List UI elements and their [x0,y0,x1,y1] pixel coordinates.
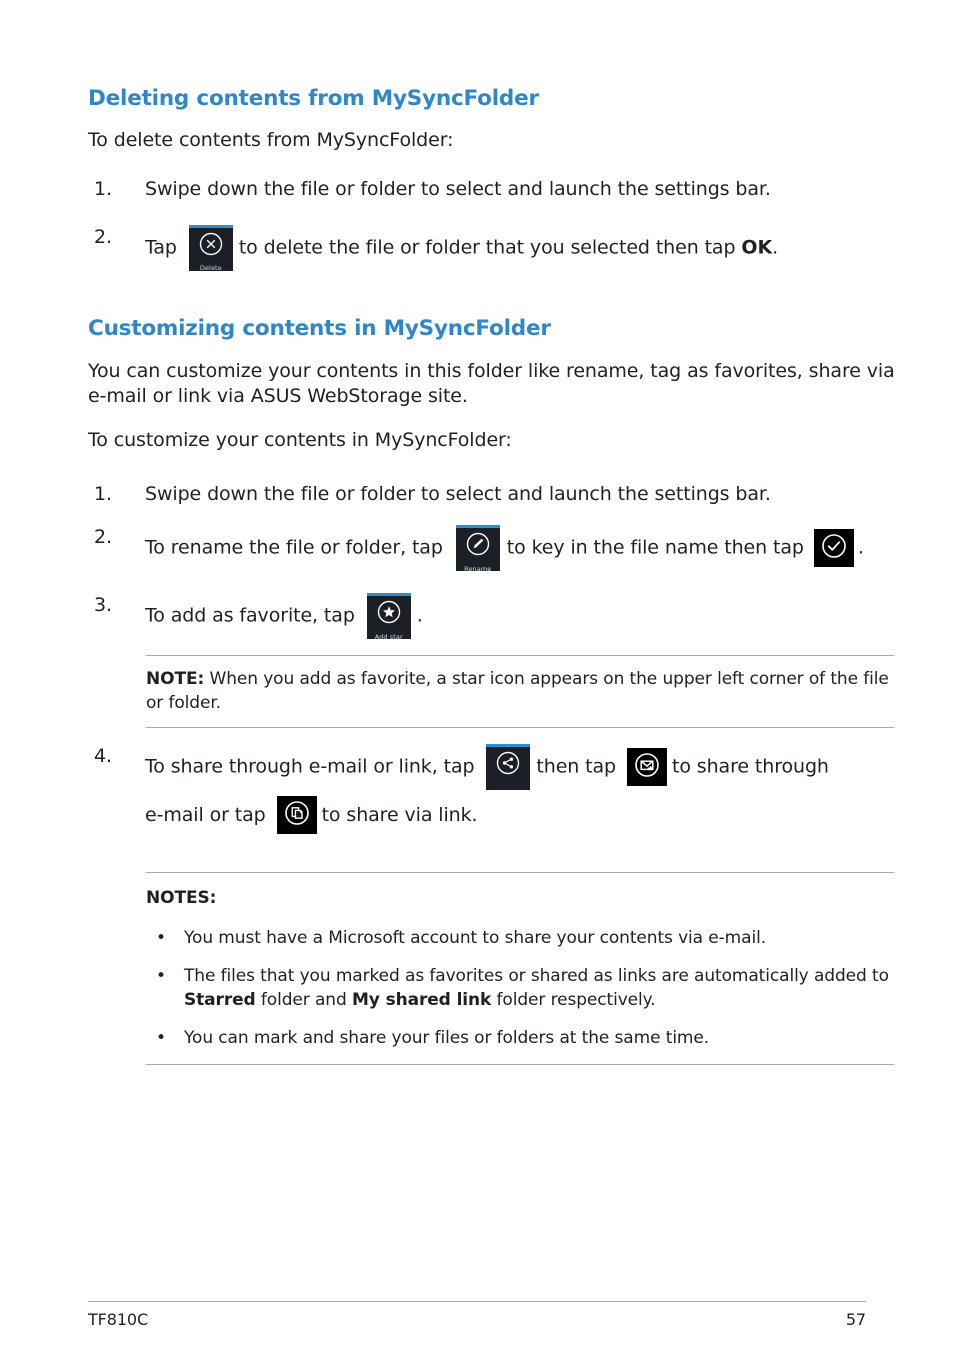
step-number: 2. [94,526,112,549]
step-text-bold: OK [741,236,773,259]
step-custom-3: 3. To add as favorite, tap Add star . [88,593,898,640]
pencil-glyph [456,531,500,565]
heading-customizing-contents: Customizing contents in MySyncFolder [88,316,551,341]
notes-item-part2: folder and [255,990,352,1011]
add-star-icon[interactable]: Add star [366,593,411,640]
note-rule-top [146,655,894,657]
page-footer: TF810C 57 [88,1301,866,1329]
paragraph-customizing: You can customize your contents in this … [88,359,895,408]
note-rule-bottom [146,726,894,728]
step-text: To rename the file or folder, tap Rename… [145,525,898,572]
copy-pages-glyph [277,799,317,834]
step-text-after: . [416,604,423,627]
notes-block: NOTES: • You must have a Microsoft accou… [146,871,894,1066]
step-text-middle: then tap [536,755,617,778]
confirm-check-icon[interactable] [813,529,854,568]
step-text-before: To rename the file or folder, tap [145,536,443,559]
step-text-after: . [772,236,779,259]
step-delete-1: 1. Swipe down the file or folder to sele… [88,177,898,203]
bullet-marker: • [156,927,166,948]
step-number: 3. [94,594,112,617]
step-text: To share through e-mail or link, tap the… [145,743,898,836]
step-number: 1. [94,482,112,505]
heading-deleting-contents: Deleting contents from MySyncFolder [88,86,539,111]
step-number: 1. [94,178,112,201]
step-number: 4. [94,744,112,767]
step-text-before: To add as favorite, tap [145,604,355,627]
notes-item-text: You can mark and share your files or fol… [184,1028,710,1049]
step-line-1: To share through e-mail or link, tap the… [145,743,898,790]
email-share-icon[interactable] [626,747,667,786]
footer-model-name: TF810C [88,1310,149,1329]
delete-glyph [189,231,233,265]
note-body: When you add as favorite, a star icon ap… [146,669,889,713]
rename-icon-label: Rename [464,564,492,572]
share-icon[interactable]: Share [486,743,531,790]
notes-item-text: You must have a Microsoft account to sha… [184,927,766,948]
delete-icon-label: Delete [199,264,222,271]
notes-item-part1: The files that you marked as favorites o… [184,966,889,987]
step-text: To add as favorite, tap Add star . [145,593,898,640]
notes-list-item: • The files that you marked as favorites… [146,964,894,1012]
notes-list-item: • You can mark and share your files or f… [146,1026,894,1050]
check-circle-glyph [814,532,854,567]
step-text-after: to share through [671,755,829,778]
step-number: 2. [94,225,112,248]
step-text: Swipe down the file or folder to select … [145,482,771,505]
intro-customizing: To customize your contents in MySyncFold… [88,429,512,452]
step-custom-1: 1. Swipe down the file or folder to sele… [88,482,898,508]
step-line2-after: to share via link. [321,803,478,826]
notes-rule-bottom [146,1064,894,1066]
section-deleting-contents: Deleting contents from MySyncFolder To d… [88,86,898,271]
step-text: Tap Delete to delete the file or folder … [145,224,898,271]
step-text-before: Tap [145,236,177,259]
notes-item-text: The files that you marked as favorites o… [184,964,894,1012]
document-page: Deleting contents from MySyncFolder To d… [0,0,954,1357]
bullet-marker: • [156,966,166,987]
add-star-icon-label: Add star [374,632,403,640]
bullet-marker: • [156,1028,166,1049]
notes-item-part3: folder respectively. [491,990,656,1011]
footer-row: TF810C 57 [88,1310,866,1329]
step-text: Swipe down the file or folder to select … [145,178,771,201]
step-text-middle: to delete the file or folder that you se… [238,236,742,259]
step-line-2: e-mail or tap to share via link. [145,796,898,836]
step-custom-4: 4. To share through e-mail or link, tap [88,743,898,836]
note-block: NOTE: When you add as favorite, a star i… [146,655,894,728]
share-icon-label: Share [486,789,530,790]
notes-label: NOTES: [146,887,217,908]
envelope-arrow-glyph [627,751,667,786]
note-label: NOTE: [146,669,205,690]
share-link-icon[interactable] [276,796,317,835]
notes-list-item: • You must have a Microsoft account to s… [146,926,894,950]
step-text-before: To share through e-mail or link, tap [145,755,475,778]
step-custom-2: 2. To rename the file or folder, tap Ren… [88,525,898,572]
rename-icon[interactable]: Rename [455,525,500,572]
section-customizing-contents: Customizing contents in MySyncFolder You… [88,316,898,1066]
footer-rule [88,1301,866,1302]
step-text-after: . [857,536,864,559]
notes-item-bold2: My shared link [351,990,492,1011]
step-delete-2: 2. Tap Delete to delete the file or fold… [88,224,898,271]
intro-deleting-contents: To delete contents from MySyncFolder: [88,128,454,151]
notes-rule-top [146,871,894,873]
step-line2-before: e-mail or tap [145,803,266,826]
delete-icon[interactable]: Delete [188,224,233,271]
step-text-middle: to key in the file name then tap [506,536,804,559]
notes-item-bold1: Starred [184,990,256,1011]
note-text: NOTE: When you add as favorite, a star i… [146,668,894,715]
share-nodes-glyph [486,750,530,789]
footer-page-number: 57 [845,1310,866,1329]
star-circle-glyph [367,599,411,633]
